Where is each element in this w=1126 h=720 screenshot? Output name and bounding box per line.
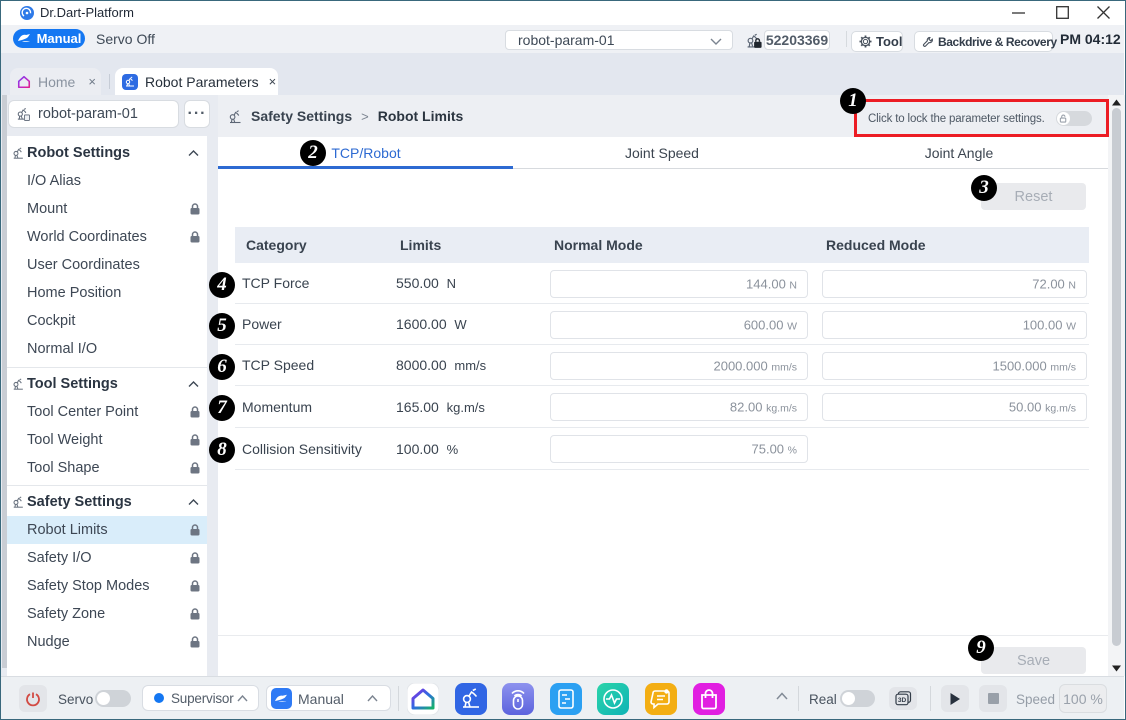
- svg-text:3D: 3D: [897, 697, 906, 704]
